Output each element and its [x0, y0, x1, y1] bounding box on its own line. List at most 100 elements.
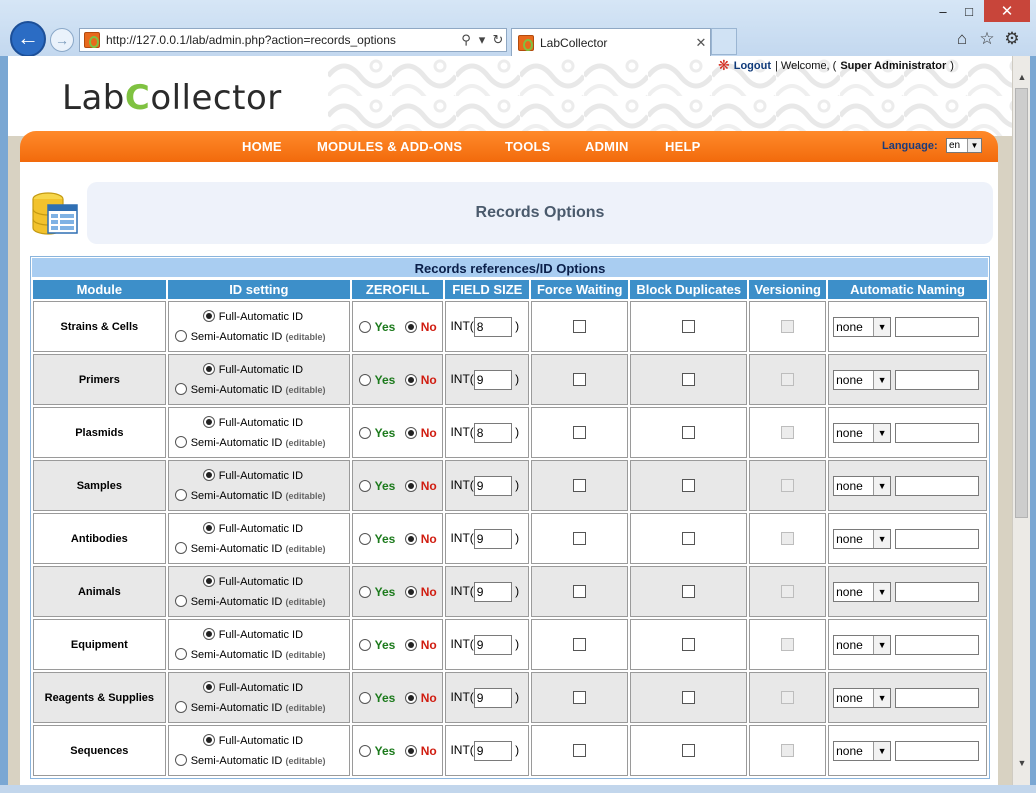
full-automatic-radio[interactable] — [202, 362, 215, 375]
automatic-naming-select[interactable]: none ▼ — [833, 634, 892, 655]
automatic-naming-input[interactable] — [895, 369, 980, 390]
semi-automatic-radio[interactable] — [174, 382, 187, 395]
field-size-input[interactable]: 8 — [473, 422, 512, 443]
field-size-input[interactable]: 9 — [473, 581, 512, 602]
browser-tab[interactable]: LabCollector ✕ — [511, 28, 711, 56]
minimize-window-button[interactable]: – — [930, 0, 956, 22]
zerofill-yes-radio[interactable] — [358, 426, 371, 439]
logout-runner-icon[interactable]: ❋ — [718, 57, 730, 74]
field-size-input[interactable]: 8 — [473, 316, 512, 337]
zerofill-no-radio[interactable] — [404, 638, 417, 651]
field-size-input[interactable]: 9 — [473, 369, 512, 390]
scroll-thumb[interactable] — [1015, 88, 1028, 518]
automatic-naming-input[interactable] — [895, 634, 980, 655]
language-select[interactable]: en ▼ — [946, 138, 982, 153]
force-waiting-checkbox[interactable] — [573, 320, 587, 333]
search-icon[interactable]: ⚲ — [458, 32, 474, 48]
automatic-naming-select[interactable]: none ▼ — [833, 740, 892, 761]
nav-admin[interactable]: ADMIN — [585, 139, 629, 154]
favorites-star-icon[interactable]: ☆ — [977, 29, 997, 49]
nav-home[interactable]: HOME — [242, 139, 282, 154]
full-automatic-option[interactable]: Full-Automatic ID — [175, 625, 349, 645]
semi-automatic-option[interactable]: Semi-Automatic ID (editable) — [174, 380, 349, 400]
scroll-up-icon[interactable]: ▲ — [1013, 68, 1031, 86]
semi-automatic-radio[interactable] — [174, 541, 187, 554]
maximize-window-button[interactable]: □ — [956, 0, 982, 22]
address-bar[interactable]: http://127.0.0.1/lab/admin.php?action=re… — [79, 28, 507, 52]
full-automatic-option[interactable]: Full-Automatic ID — [175, 731, 349, 751]
zerofill-no-radio[interactable] — [404, 585, 417, 598]
field-size-input[interactable]: 9 — [473, 528, 512, 549]
semi-automatic-radio[interactable] — [174, 647, 187, 660]
automatic-naming-input[interactable] — [895, 581, 980, 602]
block-duplicates-checkbox[interactable] — [682, 691, 696, 704]
automatic-naming-input[interactable] — [895, 528, 980, 549]
zerofill-no-radio[interactable] — [404, 320, 417, 333]
semi-automatic-radio[interactable] — [174, 488, 187, 501]
field-size-input[interactable]: 9 — [473, 740, 512, 761]
nav-help[interactable]: HELP — [665, 139, 700, 154]
semi-automatic-radio[interactable] — [174, 753, 187, 766]
field-size-input[interactable]: 9 — [473, 687, 512, 708]
automatic-naming-select[interactable]: none ▼ — [833, 528, 892, 549]
force-waiting-checkbox[interactable] — [573, 532, 587, 545]
force-waiting-checkbox[interactable] — [573, 744, 587, 757]
force-waiting-checkbox[interactable] — [573, 585, 587, 598]
full-automatic-radio[interactable] — [202, 733, 215, 746]
block-duplicates-checkbox[interactable] — [682, 320, 696, 333]
full-automatic-option[interactable]: Full-Automatic ID — [175, 413, 349, 433]
zerofill-yes-radio[interactable] — [358, 320, 371, 333]
zerofill-yes-radio[interactable] — [358, 744, 371, 757]
zerofill-no-radio[interactable] — [404, 479, 417, 492]
scroll-down-icon[interactable]: ▼ — [1013, 754, 1031, 772]
semi-automatic-option[interactable]: Semi-Automatic ID (editable) — [174, 592, 349, 612]
force-waiting-checkbox[interactable] — [573, 426, 587, 439]
field-size-input[interactable]: 9 — [473, 634, 512, 655]
nav-tools[interactable]: TOOLS — [505, 139, 551, 154]
semi-automatic-option[interactable]: Semi-Automatic ID (editable) — [174, 539, 349, 559]
home-icon[interactable]: ⌂ — [952, 29, 972, 49]
semi-automatic-option[interactable]: Semi-Automatic ID (editable) — [174, 327, 349, 347]
semi-automatic-option[interactable]: Semi-Automatic ID (editable) — [174, 698, 349, 718]
automatic-naming-input[interactable] — [895, 475, 980, 496]
full-automatic-option[interactable]: Full-Automatic ID — [175, 466, 349, 486]
zerofill-no-radio[interactable] — [404, 744, 417, 757]
full-automatic-option[interactable]: Full-Automatic ID — [175, 572, 349, 592]
force-waiting-checkbox[interactable] — [573, 479, 587, 492]
full-automatic-radio[interactable] — [202, 521, 215, 534]
back-arrow-icon[interactable]: ← — [10, 21, 46, 57]
zerofill-yes-radio[interactable] — [358, 638, 371, 651]
tab-close-icon[interactable]: ✕ — [692, 35, 710, 51]
zerofill-yes-radio[interactable] — [358, 532, 371, 545]
labcollector-logo[interactable]: LabCollector — [62, 78, 282, 118]
block-duplicates-checkbox[interactable] — [682, 532, 696, 545]
zerofill-yes-radio[interactable] — [358, 373, 371, 386]
semi-automatic-radio[interactable] — [174, 594, 187, 607]
force-waiting-checkbox[interactable] — [573, 373, 587, 386]
full-automatic-radio[interactable] — [202, 680, 215, 693]
automatic-naming-select[interactable]: none ▼ — [833, 422, 892, 443]
block-duplicates-checkbox[interactable] — [682, 585, 696, 598]
semi-automatic-radio[interactable] — [174, 435, 187, 448]
automatic-naming-select[interactable]: none ▼ — [833, 687, 892, 708]
nav-modules-addons[interactable]: MODULES & ADD-ONS — [317, 139, 462, 154]
zerofill-no-radio[interactable] — [404, 532, 417, 545]
block-duplicates-checkbox[interactable] — [682, 373, 696, 386]
automatic-naming-input[interactable] — [895, 422, 980, 443]
full-automatic-radio[interactable] — [202, 415, 215, 428]
gear-icon[interactable]: ⚙ — [1002, 29, 1022, 49]
zerofill-no-radio[interactable] — [404, 373, 417, 386]
automatic-naming-select[interactable]: none ▼ — [833, 475, 892, 496]
full-automatic-option[interactable]: Full-Automatic ID — [175, 360, 349, 380]
automatic-naming-select[interactable]: none ▼ — [833, 316, 892, 337]
close-window-button[interactable]: ✕ — [984, 0, 1030, 22]
url-text[interactable]: http://127.0.0.1/lab/admin.php?action=re… — [106, 33, 458, 47]
semi-automatic-option[interactable]: Semi-Automatic ID (editable) — [174, 433, 349, 453]
automatic-naming-input[interactable] — [895, 687, 980, 708]
semi-automatic-radio[interactable] — [174, 700, 187, 713]
full-automatic-option[interactable]: Full-Automatic ID — [175, 307, 349, 327]
semi-automatic-option[interactable]: Semi-Automatic ID (editable) — [174, 751, 349, 771]
semi-automatic-option[interactable]: Semi-Automatic ID (editable) — [174, 645, 349, 665]
automatic-naming-input[interactable] — [895, 740, 980, 761]
new-tab-button[interactable] — [711, 28, 737, 55]
